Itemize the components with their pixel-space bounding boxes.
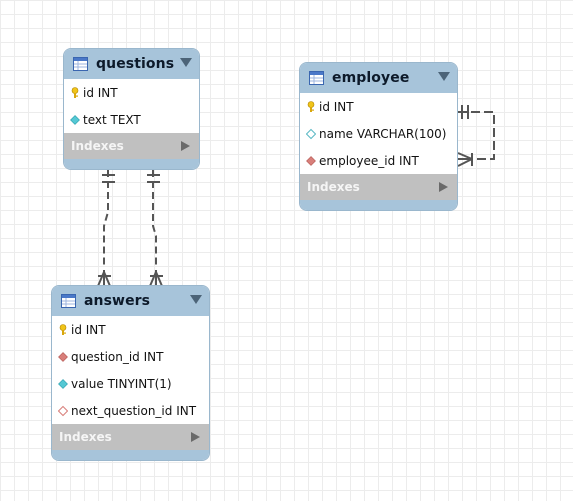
column-row[interactable]: text TEXT — [64, 106, 199, 133]
indexes-label: Indexes — [307, 180, 360, 194]
column-row[interactable]: value TINYINT(1) — [52, 370, 209, 397]
table-questions[interactable]: questions id INT text TEXT Indexes — [64, 49, 199, 169]
column-text: value TINYINT(1) — [71, 376, 172, 391]
indexes-label: Indexes — [71, 139, 124, 153]
table-header[interactable]: answers — [52, 286, 209, 316]
column-text: employee_id INT — [319, 153, 419, 168]
column-row[interactable]: id INT — [52, 316, 209, 343]
collapse-toggle-icon[interactable] — [190, 295, 202, 305]
column-list: id INT question_id INT value TINYINT(1) … — [52, 316, 209, 424]
foreign-key-icon — [306, 155, 316, 166]
relationship-questions-answers-question-id[interactable] — [97, 170, 115, 287]
relationship-questions-answers-next-question-id[interactable] — [147, 170, 163, 287]
table-icon — [61, 294, 76, 308]
expand-arrow-icon[interactable] — [439, 182, 448, 192]
not-null-column-icon — [58, 378, 68, 389]
table-employee[interactable]: employee id INT name VARCHAR(100) employ… — [300, 63, 457, 210]
primary-key-icon — [71, 86, 79, 98]
table-header[interactable]: questions — [64, 49, 199, 79]
column-list: id INT name VARCHAR(100) employee_id INT — [300, 93, 457, 174]
expand-arrow-icon[interactable] — [181, 141, 190, 151]
table-footer — [300, 200, 457, 210]
table-footer — [64, 159, 199, 169]
column-text: text TEXT — [83, 112, 141, 127]
column-text: name VARCHAR(100) — [319, 126, 447, 141]
table-title: answers — [84, 293, 151, 309]
nullable-column-icon — [306, 128, 316, 139]
table-header[interactable]: employee — [300, 63, 457, 93]
table-title: questions — [96, 56, 175, 72]
column-row[interactable]: next_question_id INT — [52, 397, 209, 424]
expand-arrow-icon[interactable] — [191, 432, 200, 442]
column-list: id INT text TEXT — [64, 79, 199, 133]
indexes-section[interactable]: Indexes — [64, 133, 199, 159]
foreign-key-icon — [58, 351, 68, 362]
column-row[interactable]: employee_id INT — [300, 147, 457, 174]
relationship-employee-self-reference[interactable] — [457, 105, 495, 167]
collapse-toggle-icon[interactable] — [438, 72, 450, 82]
column-text: id INT — [319, 99, 354, 114]
primary-key-icon — [307, 100, 315, 112]
column-row[interactable]: question_id INT — [52, 343, 209, 370]
table-title: employee — [332, 70, 410, 86]
er-diagram-canvas[interactable]: questions id INT text TEXT Indexes emplo… — [0, 0, 573, 501]
column-text: next_question_id INT — [71, 403, 197, 418]
primary-key-icon — [59, 323, 67, 335]
table-answers[interactable]: answers id INT question_id INT value TIN… — [52, 286, 209, 460]
column-row[interactable]: name VARCHAR(100) — [300, 120, 457, 147]
column-text: id INT — [71, 322, 106, 337]
not-null-column-icon — [70, 114, 80, 125]
column-text: id INT — [83, 85, 118, 100]
indexes-section[interactable]: Indexes — [52, 424, 209, 450]
indexes-section[interactable]: Indexes — [300, 174, 457, 200]
nullable-foreign-key-icon — [58, 405, 68, 416]
table-icon — [309, 71, 324, 85]
indexes-label: Indexes — [59, 430, 112, 444]
column-text: question_id INT — [71, 349, 164, 364]
table-icon — [73, 57, 88, 71]
column-row[interactable]: id INT — [300, 93, 457, 120]
column-row[interactable]: id INT — [64, 79, 199, 106]
collapse-toggle-icon[interactable] — [180, 58, 192, 68]
table-footer — [52, 450, 209, 460]
